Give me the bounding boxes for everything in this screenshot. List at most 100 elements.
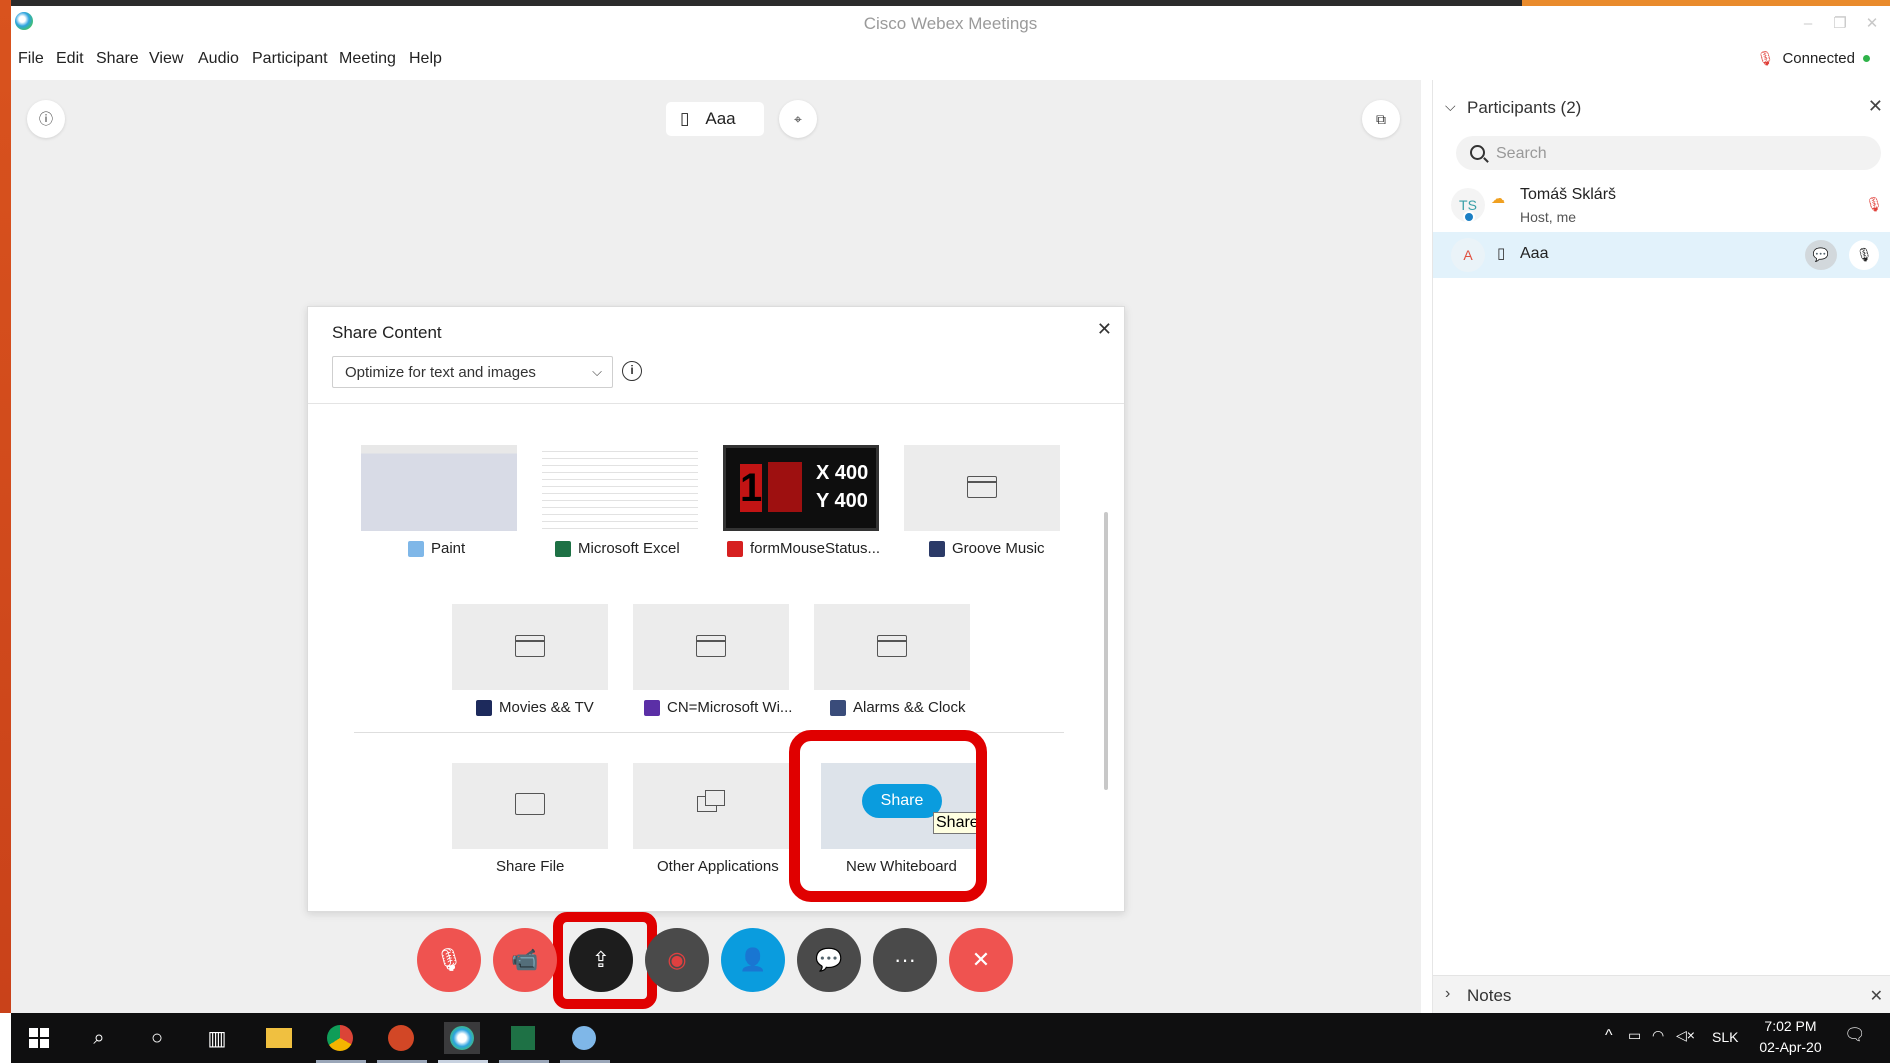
chat-icon[interactable]: 💬 — [1805, 240, 1837, 270]
menu-file[interactable]: File — [18, 50, 44, 68]
webex-taskbar-icon[interactable] — [444, 1022, 480, 1054]
chrome-icon[interactable] — [322, 1022, 358, 1054]
menu-edit[interactable]: Edit — [56, 50, 84, 68]
participants-title: Participants (2) — [1467, 98, 1582, 117]
cortana-icon[interactable]: ○ — [139, 1022, 175, 1054]
menu-meeting[interactable]: Meeting — [339, 50, 396, 68]
excel-taskbar-icon[interactable] — [505, 1022, 541, 1054]
groove-music-icon — [929, 540, 945, 557]
paint-taskbar-icon[interactable] — [566, 1022, 602, 1054]
mobile-device-icon: ▯ — [1497, 245, 1506, 262]
search-icon[interactable]: ⌕ — [81, 1022, 117, 1054]
dialog-scrollbar[interactable] — [1104, 512, 1108, 790]
battery-icon[interactable]: ▭ — [1628, 1027, 1641, 1044]
dialog-close-button[interactable]: ✕ — [1097, 319, 1112, 340]
participant-row[interactable]: TS ☁ Tomáš Sklárš Host, me 🎙 — [1433, 180, 1890, 232]
volume-muted-icon[interactable]: ◁× — [1676, 1027, 1695, 1044]
form-y-readout: Y 400 — [816, 490, 868, 512]
connection-label: Connected — [1782, 50, 1855, 67]
menu-audio[interactable]: Audio — [198, 50, 239, 68]
unmuted-mic-icon[interactable]: 🎙 — [1849, 240, 1879, 270]
app-tile-paint[interactable] — [361, 445, 517, 531]
settings-gear-icon — [644, 699, 660, 716]
window-icon — [967, 476, 997, 498]
share-content-dialog: Share Content ✕ Optimize for text and im… — [307, 306, 1125, 912]
connection-status: 🎙 Connected — [1757, 50, 1870, 67]
mobile-device-icon: ▯ — [680, 109, 690, 128]
movies-tv-icon — [476, 699, 492, 716]
menu-participant[interactable]: Participant — [252, 50, 328, 68]
task-view-icon[interactable]: ▥ — [199, 1022, 235, 1054]
menu-view[interactable]: View — [149, 50, 183, 68]
popout-button[interactable]: ⧉ — [1362, 100, 1400, 138]
record-button[interactable]: ◉ — [645, 928, 709, 992]
optimize-dropdown[interactable]: Optimize for text and images ⌵ — [332, 356, 613, 388]
other-applications-label: Other Applications — [657, 858, 779, 875]
window-icon — [515, 635, 545, 657]
participants-close-button[interactable]: ✕ — [1868, 96, 1883, 117]
participant-row[interactable]: A ▯ Aaa 💬 🎙 — [1433, 232, 1890, 278]
clock-date[interactable]: 02-Apr-20 — [1753, 1039, 1828, 1055]
app-label-formmousestatus: formMouseStatus... — [727, 540, 880, 557]
window-icon — [696, 635, 726, 657]
form-thumb-glyph: 1 — [740, 464, 763, 512]
menu-bar: File Edit Share View Audio Participant M… — [11, 46, 1890, 76]
notes-close-button[interactable]: ✕ — [1870, 986, 1883, 1006]
video-button[interactable]: 📹 — [493, 928, 557, 992]
connection-dot-icon — [1863, 55, 1870, 62]
form-x-readout: X 400 — [816, 462, 869, 484]
notes-section[interactable]: › Notes ✕ — [1433, 975, 1890, 1013]
app-label-movies-tv: Movies && TV — [476, 699, 594, 716]
clock-time[interactable]: 7:02 PM — [1753, 1018, 1828, 1034]
wifi-icon[interactable]: ◠ — [1652, 1027, 1664, 1044]
windows-start-icon[interactable] — [21, 1022, 57, 1054]
desktop-edge — [0, 0, 11, 1013]
minimize-button[interactable]: – — [1793, 12, 1823, 36]
language-indicator[interactable]: SLK — [1712, 1029, 1738, 1045]
pin-button[interactable]: ⌖ — [779, 100, 817, 138]
search-icon — [1470, 145, 1485, 160]
leave-meeting-button[interactable]: ✕ — [949, 928, 1013, 992]
muted-mic-icon[interactable]: 🎙 — [1865, 196, 1883, 213]
app-label-groove-music: Groove Music — [929, 540, 1045, 557]
file-explorer-icon[interactable] — [261, 1022, 297, 1054]
more-options-button[interactable]: ··· — [873, 928, 937, 992]
notes-label: Notes — [1467, 986, 1512, 1005]
collapse-chevron-icon[interactable]: ⌵ — [1445, 98, 1456, 115]
form-app-icon — [727, 540, 743, 557]
paint-icon — [408, 540, 424, 557]
divider — [308, 403, 1124, 404]
info-icon[interactable]: i — [622, 361, 642, 381]
app-tile-cn-microsoft[interactable] — [633, 604, 789, 690]
share-file-label: Share File — [496, 858, 565, 875]
app-tile-alarms-clock[interactable] — [814, 604, 970, 690]
folder-icon — [515, 793, 545, 815]
active-speaker-name: Aaa — [705, 109, 736, 128]
close-window-button[interactable]: ✕ — [1857, 12, 1887, 36]
menu-help[interactable]: Help — [409, 50, 442, 68]
excel-icon — [555, 540, 571, 557]
participant-search-input[interactable]: Search — [1456, 136, 1881, 170]
optimize-value: Optimize for text and images — [345, 364, 536, 381]
powerpoint-icon[interactable] — [383, 1022, 419, 1054]
mute-button[interactable]: 🎙 — [417, 928, 481, 992]
app-tile-excel[interactable] — [542, 445, 698, 531]
app-label-excel: Microsoft Excel — [555, 540, 680, 557]
app-tile-movies-tv[interactable] — [452, 604, 608, 690]
tray-caret-icon[interactable]: ^ — [1605, 1027, 1613, 1045]
app-tile-groove-music[interactable] — [904, 445, 1060, 531]
chat-button[interactable]: 💬 — [797, 928, 861, 992]
share-file-tile[interactable] — [452, 763, 608, 849]
other-applications-tile[interactable] — [633, 763, 789, 849]
meeting-stage: ⓘ ▯ Aaa ⌖ ⧉ Share Content ✕ Optimize for… — [11, 80, 1421, 1013]
webex-badge-icon — [1463, 211, 1475, 223]
participants-button[interactable]: 👤 — [721, 928, 785, 992]
share-button[interactable]: ⇪ — [569, 928, 633, 992]
menu-share[interactable]: Share — [96, 50, 139, 68]
app-label-alarms-clock: Alarms && Clock — [830, 699, 966, 716]
meeting-info-button[interactable]: ⓘ — [27, 100, 65, 138]
restore-button[interactable]: ❐ — [1825, 12, 1855, 36]
app-tile-formmousestatus[interactable]: 1 X 400 Y 400 — [723, 445, 879, 531]
notification-icon[interactable]: 🗨 — [1844, 1025, 1866, 1045]
expand-chevron-icon: › — [1445, 985, 1451, 1002]
